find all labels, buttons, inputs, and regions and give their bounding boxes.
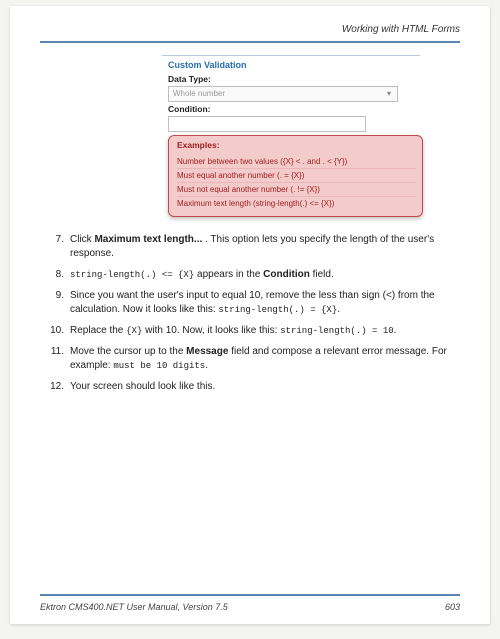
plain-text: appears in the [194,269,263,280]
header-rule [40,41,460,43]
plain-text: Replace the [70,325,126,336]
examples-tooltip: Examples: Number between two values ({X}… [168,135,423,217]
instruction-list: 7.Click Maximum text length... . This op… [40,233,460,394]
plain-text: . [337,304,340,315]
plain-text: field. [310,269,334,280]
datatype-label: Data Type: [168,74,418,84]
panel-title: Custom Validation [168,60,418,70]
code-text: {X} [126,326,142,336]
tooltip-row[interactable]: Must equal another number (. = {X}) [177,169,416,183]
page-footer: Ektron CMS400.NET User Manual, Version 7… [40,602,460,612]
bold-text: Message [186,346,228,357]
instruction-step: 7.Click Maximum text length... . This op… [40,233,460,261]
validation-panel: Custom Validation Data Type: Whole numbe… [162,55,420,219]
instruction-step: 10.Replace the {X} with 10. Now, it look… [40,324,460,338]
step-number: 7. [40,233,70,261]
plain-text: . [205,360,208,371]
plain-text: Click [70,234,94,245]
custom-validation-figure: Custom Validation Data Type: Whole numbe… [160,55,420,219]
bold-text: Maximum text length... [94,234,202,245]
plain-text: Your screen should look like this. [70,381,215,392]
step-number: 11. [40,345,70,373]
tooltip-title: Examples: [177,140,416,150]
datatype-select[interactable]: Whole number ▾ [168,86,398,102]
code-text: string-length(.) <= {X} [70,270,194,280]
tooltip-row[interactable]: Maximum text length (string-length(.) <=… [177,197,416,210]
step-text: string-length(.) <= {X} appears in the C… [70,268,460,282]
plain-text: with 10. Now, it looks like this: [142,325,280,336]
document-page: Working with HTML Forms Custom Validatio… [10,6,490,624]
code-text: must be 10 digits [113,361,205,371]
condition-input[interactable] [168,116,366,132]
step-text: Replace the {X} with 10. Now, it looks l… [70,324,460,338]
plain-text: . [394,325,397,336]
bold-text: Condition [263,269,310,280]
instruction-step: 9.Since you want the user's input to equ… [40,289,460,317]
instruction-step: 11.Move the cursor up to the Message fie… [40,345,460,373]
condition-label: Condition: [168,104,418,114]
datatype-value: Whole number [173,89,225,98]
footer-manual-title: Ektron CMS400.NET User Manual, Version 7… [40,602,228,612]
tooltip-row[interactable]: Number between two values ({X} < . and .… [177,155,416,169]
tooltip-row[interactable]: Must not equal another number (. != {X}) [177,183,416,197]
footer-rule [40,594,460,596]
instruction-step: 8.string-length(.) <= {X} appears in the… [40,268,460,282]
instruction-step: 12.Your screen should look like this. [40,380,460,394]
step-number: 10. [40,324,70,338]
step-text: Since you want the user's input to equal… [70,289,460,317]
code-text: string-length(.) = {X} [218,305,337,315]
footer-page-number: 603 [445,602,460,612]
plain-text: Move the cursor up to the [70,346,186,357]
running-header: Working with HTML Forms [40,24,460,35]
chevron-down-icon: ▾ [383,89,395,99]
step-text: Click Maximum text length... . This opti… [70,233,460,261]
step-number: 8. [40,268,70,282]
code-text: string-length(.) = 10 [280,326,393,336]
step-number: 9. [40,289,70,317]
step-number: 12. [40,380,70,394]
step-text: Your screen should look like this. [70,380,460,394]
step-text: Move the cursor up to the Message field … [70,345,460,373]
